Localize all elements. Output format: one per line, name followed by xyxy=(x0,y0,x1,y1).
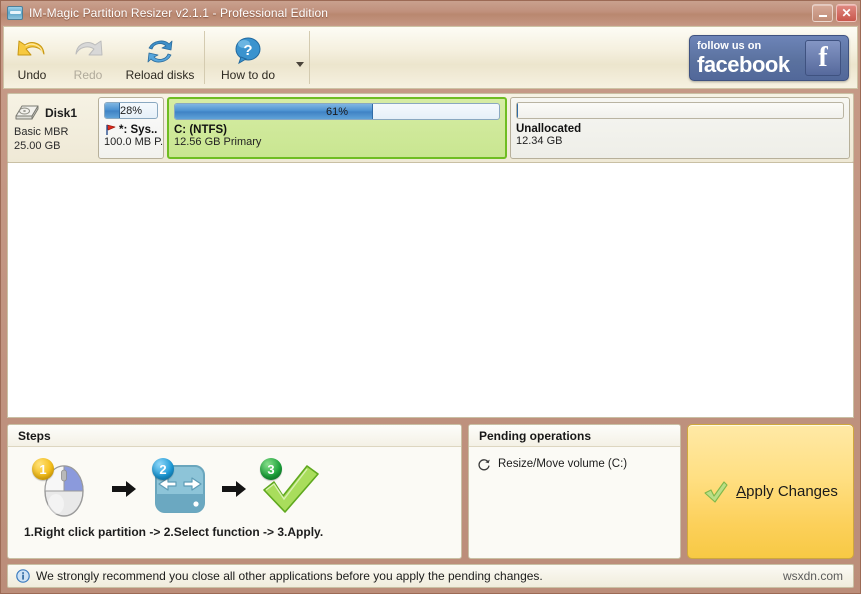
partition-label-row: *: Sys... xyxy=(104,123,158,136)
disk-name: Disk1 xyxy=(45,105,78,120)
partition-label-row: C: (NTFS) xyxy=(174,124,500,136)
system-flag-icon xyxy=(104,123,117,136)
refresh-icon xyxy=(477,457,491,471)
step-arrow-1-icon xyxy=(110,474,138,504)
svg-text:?: ? xyxy=(243,42,252,59)
partition-usage-percent: 28% xyxy=(119,104,143,117)
window-title: IM-Magic Partition Resizer v2.1.1 - Prof… xyxy=(29,6,329,20)
redo-icon xyxy=(71,36,105,66)
disk-header: Disk1 xyxy=(14,104,95,122)
status-message: We strongly recommend you close all othe… xyxy=(36,569,543,583)
facebook-brand-label: facebook xyxy=(697,51,790,77)
partition-unallocated[interactable]: Unallocated 12.34 GB xyxy=(510,97,850,159)
toolbar-group-edit: Undo Redo Reload disks xyxy=(4,27,204,88)
undo-label: Undo xyxy=(17,67,47,82)
partition-usage-bar xyxy=(516,102,844,119)
apply-changes-label: Apply Changes xyxy=(736,483,838,500)
toolbar-separator-2 xyxy=(309,31,310,84)
bottom-panels: Steps 1 2 3 1.Right click partition -> 2… xyxy=(7,424,854,559)
step-1-badge: 1 xyxy=(32,458,54,480)
window-controls: ✕ xyxy=(812,4,857,22)
hard-disk-icon xyxy=(14,104,40,122)
partition-label: Unallocated xyxy=(516,123,582,135)
steps-row: 1 2 3 xyxy=(18,453,451,525)
pending-list: Resize/Move volume (C:) xyxy=(469,447,680,558)
apply-changes-button[interactable]: Apply Changes xyxy=(687,424,854,559)
disk-map: Disk1 Basic MBR 25.00 GB 28% *: Sys... 1 xyxy=(7,93,854,163)
facebook-banner[interactable]: follow us on facebook f xyxy=(689,35,849,81)
status-bar: We strongly recommend you close all othe… xyxy=(7,564,854,588)
partition-usage-percent xyxy=(517,103,843,118)
facebook-text-block: follow us on facebook xyxy=(697,39,805,77)
steps-caption: 1.Right click partition -> 2.Select func… xyxy=(24,525,324,539)
partition-size: 12.56 GB Primary xyxy=(174,136,262,148)
partition-usage-bar: 61% xyxy=(174,103,500,120)
step-3-badge: 3 xyxy=(260,458,282,480)
watermark: wsxdn.com xyxy=(782,569,843,583)
disk-type: Basic MBR xyxy=(14,125,69,138)
step-arrow-2-icon xyxy=(220,474,248,504)
toolbar-group-help: ? How to do xyxy=(205,27,309,88)
how-to-do-dropdown[interactable] xyxy=(291,27,309,88)
info-icon xyxy=(16,569,30,583)
pending-item[interactable]: Resize/Move volume (C:) xyxy=(477,457,672,471)
facebook-follow-label: follow us on xyxy=(697,39,762,52)
help-bubble-icon: ? xyxy=(231,36,265,66)
step-2-badge: 2 xyxy=(152,458,174,480)
steps-panel-title: Steps xyxy=(8,425,461,447)
reload-disks-button[interactable]: Reload disks xyxy=(116,27,204,88)
close-icon: ✕ xyxy=(841,6,852,20)
step-3: 3 xyxy=(252,456,326,522)
partition-label: *: Sys... xyxy=(119,123,158,136)
app-window: IM-Magic Partition Resizer v2.1.1 - Prof… xyxy=(0,0,861,594)
steps-body: 1 2 3 1.Right click partition -> 2.Selec… xyxy=(8,447,461,558)
redo-button[interactable]: Redo xyxy=(60,27,116,88)
minimize-button[interactable] xyxy=(812,4,833,22)
main-canvas[interactable] xyxy=(7,163,854,418)
facebook-icon: f xyxy=(805,40,841,76)
apply-label-rest: pply Changes xyxy=(746,483,838,500)
close-button[interactable]: ✕ xyxy=(836,4,857,22)
partition-size: 12.34 GB xyxy=(516,135,563,147)
pending-panel-title: Pending operations xyxy=(469,425,680,447)
partition-system[interactable]: 28% *: Sys... 100.0 MB P. xyxy=(98,97,164,159)
minimize-icon xyxy=(818,15,827,17)
step-2: 2 xyxy=(142,456,216,522)
how-to-do-button[interactable]: ? How to do xyxy=(205,27,291,88)
title-bar: IM-Magic Partition Resizer v2.1.1 - Prof… xyxy=(1,1,860,25)
toolbar: Undo Redo Reload disks ? How to do follo… xyxy=(3,26,858,89)
partition-label: C: (NTFS) xyxy=(174,124,228,136)
pending-operations-panel: Pending operations Resize/Move volume (C… xyxy=(468,424,681,559)
reload-icon xyxy=(143,36,177,66)
how-to-do-label: How to do xyxy=(220,67,276,82)
app-icon xyxy=(7,6,23,20)
undo-icon xyxy=(15,36,49,66)
partition-size: 100.0 MB P. xyxy=(104,136,164,148)
steps-panel: Steps 1 2 3 1.Right click partition -> 2… xyxy=(7,424,462,559)
partition-label-row: Unallocated xyxy=(516,123,844,135)
partition-usage-percent: 61% xyxy=(325,105,349,118)
disk-info[interactable]: Disk1 Basic MBR 25.00 GB xyxy=(11,97,95,159)
undo-button[interactable]: Undo xyxy=(4,27,60,88)
apply-check-icon xyxy=(703,480,729,504)
partition-c[interactable]: 61% C: (NTFS) 12.56 GB Primary xyxy=(167,97,507,159)
step-1: 1 xyxy=(32,456,106,522)
partition-usage-bar: 28% xyxy=(104,102,158,119)
redo-label: Redo xyxy=(73,67,103,82)
pending-item-label: Resize/Move volume (C:) xyxy=(498,458,628,470)
reload-disks-label: Reload disks xyxy=(125,67,195,82)
disk-size: 25.00 GB xyxy=(14,139,61,152)
apply-accel-letter: A xyxy=(736,483,747,500)
chevron-down-icon xyxy=(296,62,304,67)
